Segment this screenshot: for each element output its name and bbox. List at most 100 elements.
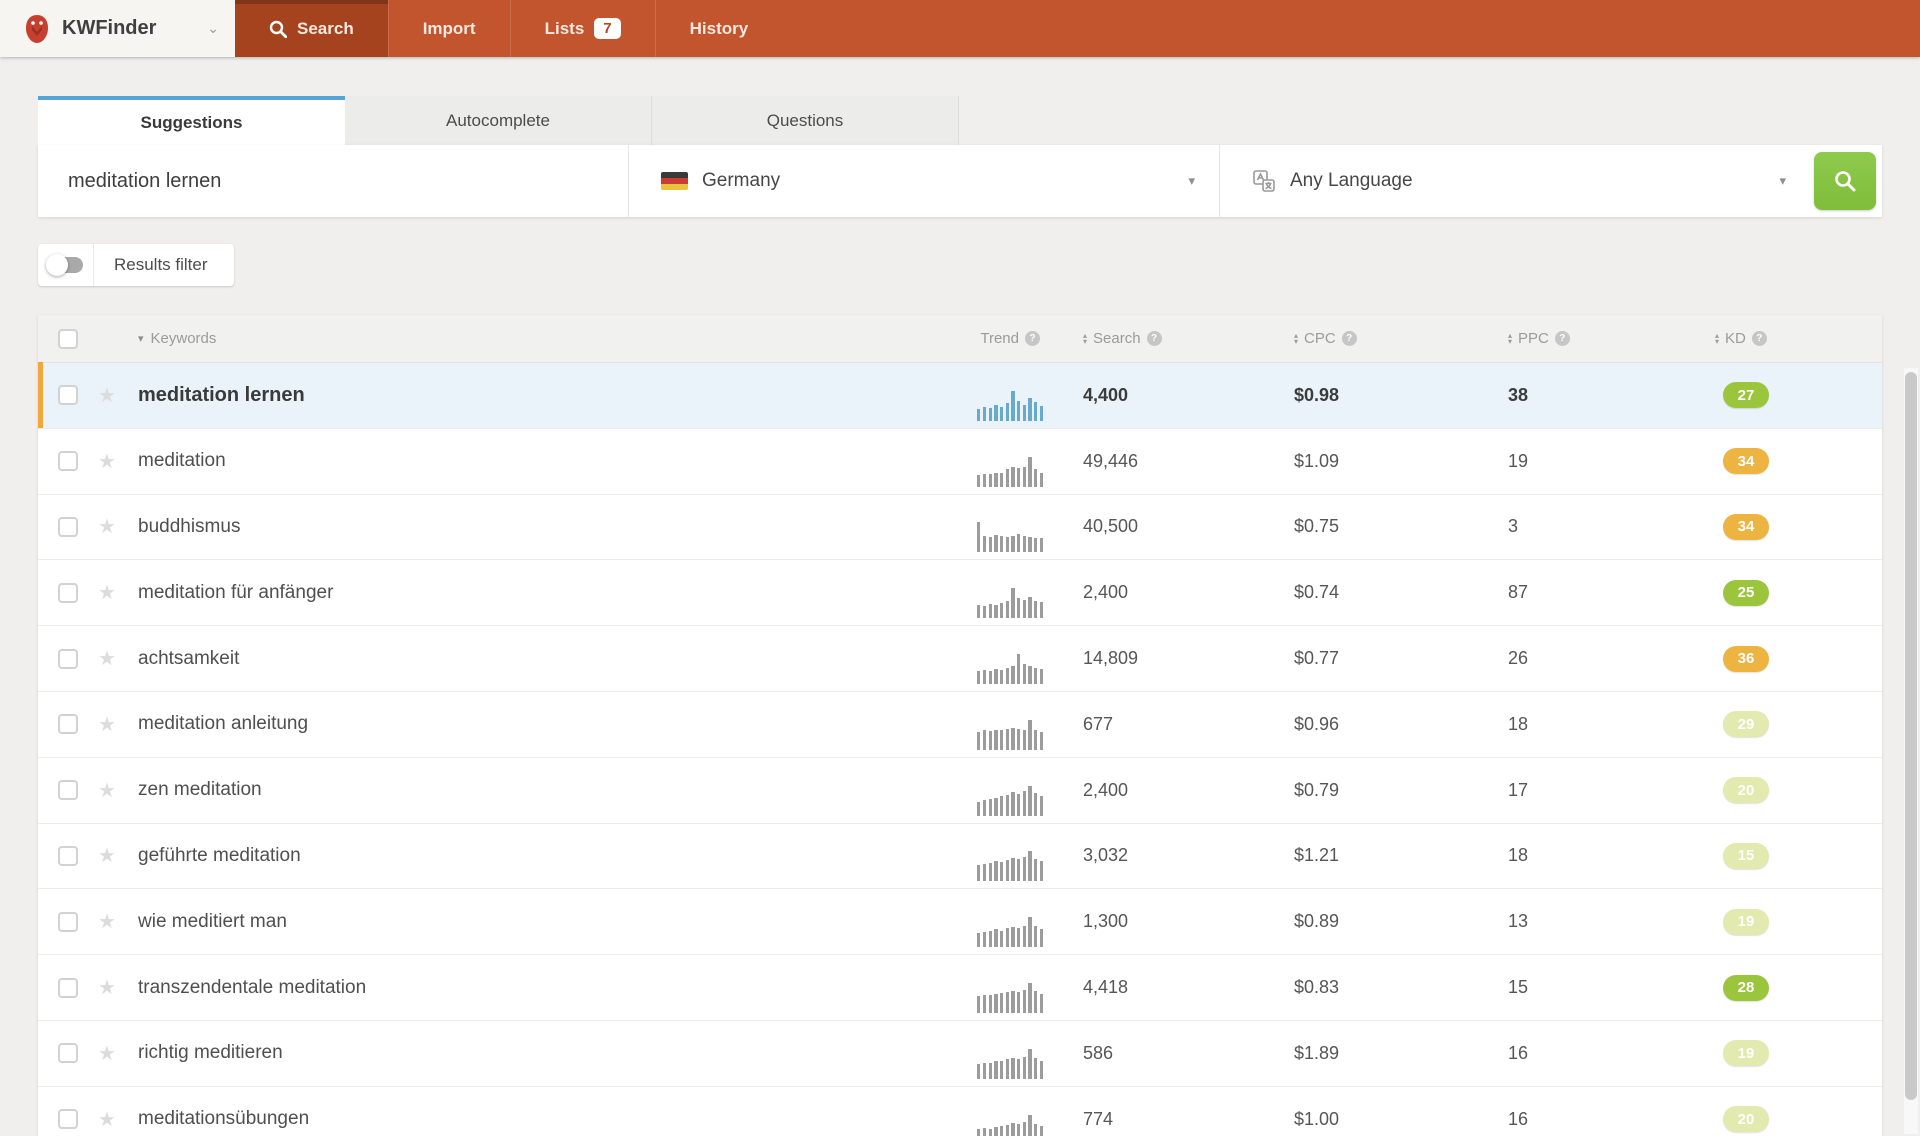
column-header-search[interactable]: ▴▾ Search ? (1048, 330, 1256, 347)
select-all-checkbox[interactable] (58, 329, 78, 349)
table-row[interactable]: ★ buddhismus 40,500 $0.75 3 34 (38, 495, 1882, 561)
row-checkbox[interactable] (58, 714, 78, 734)
star-icon[interactable]: ★ (96, 383, 118, 408)
location-select[interactable]: Germany ▾ (629, 145, 1219, 217)
table-row[interactable]: ★ wie meditiert man 1,300 $0.89 13 19 (38, 889, 1882, 955)
ppc-value: 3 (1470, 516, 1685, 537)
nav-item-history[interactable]: History (655, 0, 783, 57)
row-checkbox[interactable] (58, 846, 78, 866)
search-volume-value: 1,300 (1048, 911, 1256, 932)
mode-tabs: Suggestions Autocomplete Questions (38, 96, 1920, 145)
kd-badge[interactable]: 25 (1723, 580, 1769, 606)
tab-suggestions[interactable]: Suggestions (38, 96, 345, 145)
translate-icon (1252, 169, 1276, 193)
star-icon[interactable]: ★ (96, 514, 118, 539)
language-select[interactable]: Any Language ▾ (1220, 145, 1810, 217)
find-keywords-button[interactable] (1814, 152, 1876, 210)
row-checkbox[interactable] (58, 517, 78, 537)
row-checkbox[interactable] (58, 780, 78, 800)
table-row[interactable]: ★ achtsamkeit 14,809 $0.77 26 36 (38, 626, 1882, 692)
keyword-text: geführte meditation (118, 845, 943, 867)
table-row[interactable]: ★ meditation lernen 4,400 $0.98 38 27 (38, 363, 1882, 429)
trend-mini-chart (943, 626, 1048, 691)
row-checkbox[interactable] (58, 1109, 78, 1129)
sort-arrows-icon: ▴▾ (1294, 333, 1298, 345)
table-row[interactable]: ★ meditation für anfänger 2,400 $0.74 87… (38, 560, 1882, 626)
question-circle-icon[interactable]: ? (1555, 331, 1570, 346)
row-checkbox[interactable] (58, 583, 78, 603)
row-checkbox[interactable] (58, 385, 78, 405)
star-icon[interactable]: ★ (96, 712, 118, 737)
column-header-kd[interactable]: ▴▾ KD ? (1685, 330, 1825, 347)
kd-badge[interactable]: 28 (1723, 975, 1769, 1001)
ppc-value: 13 (1470, 911, 1685, 932)
kd-badge[interactable]: 20 (1723, 777, 1769, 803)
cpc-value: $1.21 (1256, 845, 1470, 866)
scrollbar-thumb[interactable] (1905, 372, 1917, 1100)
tab-autocomplete[interactable]: Autocomplete (345, 96, 652, 145)
trend-mini-chart (943, 495, 1048, 560)
nav-item-search[interactable]: Search (235, 0, 388, 57)
keyword-input[interactable] (68, 170, 628, 193)
keyword-text: meditationsübungen (118, 1108, 943, 1130)
table-row[interactable]: ★ meditation anleitung 677 $0.96 18 29 (38, 692, 1882, 758)
location-value: Germany (702, 170, 780, 192)
cpc-value: $0.74 (1256, 582, 1470, 603)
star-icon[interactable]: ★ (96, 580, 118, 605)
kd-badge[interactable]: 34 (1723, 514, 1769, 540)
kd-badge[interactable]: 20 (1723, 1106, 1769, 1132)
search-volume-value: 2,400 (1048, 780, 1256, 801)
table-row[interactable]: ★ zen meditation 2,400 $0.79 17 20 (38, 758, 1882, 824)
sort-arrows-icon: ▴▾ (1508, 333, 1512, 345)
vertical-scrollbar[interactable] (1904, 368, 1918, 1134)
nav-items: Search Import Lists 7 History (235, 0, 782, 57)
nav-item-lists[interactable]: Lists 7 (510, 0, 655, 57)
star-icon[interactable]: ★ (96, 778, 118, 803)
kd-badge[interactable]: 34 (1723, 448, 1769, 474)
table-row[interactable]: ★ transzendentale meditation 4,418 $0.83… (38, 955, 1882, 1021)
question-circle-icon[interactable]: ? (1025, 331, 1040, 346)
search-volume-value: 586 (1048, 1043, 1256, 1064)
results-filter: Results filter (38, 244, 234, 286)
question-circle-icon[interactable]: ? (1342, 331, 1357, 346)
star-icon[interactable]: ★ (96, 1041, 118, 1066)
row-checkbox[interactable] (58, 451, 78, 471)
nav-item-label: Import (423, 19, 476, 39)
row-checkbox[interactable] (58, 1043, 78, 1063)
star-icon[interactable]: ★ (96, 909, 118, 934)
results-filter-toggle[interactable] (38, 244, 94, 286)
column-header-trend[interactable]: Trend ? (943, 330, 1048, 347)
caret-down-icon: ▾ (138, 332, 144, 345)
question-circle-icon[interactable]: ? (1752, 331, 1767, 346)
table-row[interactable]: ★ geführte meditation 3,032 $1.21 18 15 (38, 824, 1882, 890)
row-checkbox[interactable] (58, 978, 78, 998)
row-checkbox[interactable] (58, 912, 78, 932)
question-circle-icon[interactable]: ? (1147, 331, 1162, 346)
column-header-keywords[interactable]: ▾ Keywords (118, 330, 943, 347)
kd-badge[interactable]: 29 (1723, 711, 1769, 737)
kd-badge[interactable]: 19 (1723, 1040, 1769, 1066)
star-icon[interactable]: ★ (96, 975, 118, 1000)
column-header-cpc[interactable]: ▴▾ CPC ? (1256, 330, 1470, 347)
star-icon[interactable]: ★ (96, 646, 118, 671)
nav-item-import[interactable]: Import (388, 0, 510, 57)
brand-area[interactable]: KWFinder ⌄ (0, 0, 235, 57)
kd-badge[interactable]: 15 (1723, 843, 1769, 869)
kd-badge[interactable]: 36 (1723, 646, 1769, 672)
ppc-value: 19 (1470, 451, 1685, 472)
kd-badge[interactable]: 27 (1723, 382, 1769, 408)
kd-badge[interactable]: 19 (1723, 909, 1769, 935)
trend-mini-chart (943, 692, 1048, 757)
column-header-ppc[interactable]: ▴▾ PPC ? (1470, 330, 1685, 347)
table-body: ★ meditation lernen 4,400 $0.98 38 27 ★ … (38, 363, 1882, 1136)
table-row[interactable]: ★ richtig meditieren 586 $1.89 16 19 (38, 1021, 1882, 1087)
top-navbar: KWFinder ⌄ Search Import Lists 7 History (0, 0, 1920, 57)
star-icon[interactable]: ★ (96, 449, 118, 474)
table-row[interactable]: ★ meditationsübungen 774 $1.00 16 20 (38, 1087, 1882, 1136)
chevron-down-icon[interactable]: ⌄ (207, 20, 219, 37)
row-checkbox[interactable] (58, 649, 78, 669)
table-row[interactable]: ★ meditation 49,446 $1.09 19 34 (38, 429, 1882, 495)
tab-questions[interactable]: Questions (652, 96, 959, 145)
star-icon[interactable]: ★ (96, 1107, 118, 1132)
star-icon[interactable]: ★ (96, 843, 118, 868)
